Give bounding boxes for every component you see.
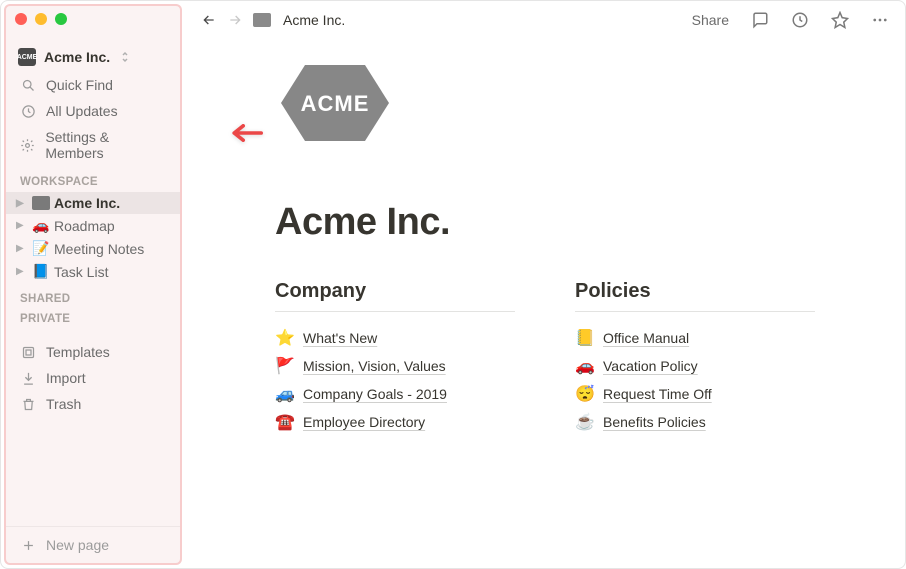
trash-icon — [20, 397, 36, 412]
settings-members-button[interactable]: Settings & Members — [6, 124, 180, 166]
link-text: Mission, Vision, Values — [303, 358, 446, 374]
clock-icon — [20, 104, 36, 119]
link-emoji-icon: ☕ — [575, 412, 595, 432]
section-shared-label: SHARED — [6, 283, 180, 309]
page-label: Acme Inc. — [54, 195, 120, 211]
main-panel: Acme Inc. Share ACME Acme — [185, 1, 905, 568]
column-company: Company ⭐ What's New 🚩 Mission, Vision, Va… — [275, 280, 515, 436]
page-emoji-icon: 📝 — [32, 240, 50, 257]
column-policies: Policies 📒 Office Manual 🚗 Vacation Policy… — [575, 280, 815, 436]
breadcrumb-page-icon — [253, 13, 271, 27]
quick-find-label: Quick Find — [46, 77, 113, 93]
all-updates-button[interactable]: All Updates — [6, 98, 180, 124]
page-label: Roadmap — [54, 218, 115, 234]
column-heading[interactable]: Company — [275, 280, 515, 312]
disclosure-triangle-icon[interactable]: ▶ — [16, 198, 28, 209]
section-workspace-label: WORKSPACE — [6, 166, 180, 192]
updates-button[interactable] — [791, 11, 809, 29]
page-badge-icon — [32, 196, 50, 210]
link-text: Employee Directory — [303, 414, 425, 430]
page-link[interactable]: ☎️ Employee Directory — [275, 408, 515, 436]
workspace-badge-icon: ACME — [18, 48, 36, 66]
all-updates-label: All Updates — [46, 103, 118, 119]
import-button[interactable]: Import — [6, 365, 180, 391]
sidebar-page-roadmap[interactable]: ▶ 🚗 Roadmap — [6, 214, 180, 237]
page-link[interactable]: 🚩 Mission, Vision, Values — [275, 352, 515, 380]
sidebar-page-meeting-notes[interactable]: ▶ 📝 Meeting Notes — [6, 237, 180, 260]
minimize-window-dot[interactable] — [35, 13, 47, 25]
import-label: Import — [46, 370, 86, 386]
workspace-name: Acme Inc. — [44, 49, 110, 65]
column-heading[interactable]: Policies — [575, 280, 815, 312]
link-text: What's New — [303, 330, 377, 346]
link-emoji-icon: 🚙 — [275, 384, 295, 404]
trash-label: Trash — [46, 396, 81, 412]
link-text: Vacation Policy — [603, 358, 698, 374]
comments-button[interactable] — [751, 11, 769, 29]
search-icon — [20, 78, 36, 93]
topbar: Acme Inc. Share — [185, 1, 905, 39]
page-emoji-icon: 🚗 — [32, 217, 50, 234]
link-emoji-icon: ☎️ — [275, 412, 295, 432]
settings-label: Settings & Members — [45, 129, 166, 161]
link-text: Request Time Off — [603, 386, 712, 402]
templates-button[interactable]: Templates — [6, 339, 180, 365]
page-label: Meeting Notes — [54, 241, 144, 257]
page-content: ACME Acme Inc. Company ⭐ What's New 🚩 Miss… — [185, 39, 905, 436]
window-traffic-lights — [15, 13, 67, 25]
page-link[interactable]: ☕ Benefits Policies — [575, 408, 815, 436]
templates-icon — [20, 345, 36, 360]
chevron-updown-icon — [120, 51, 130, 63]
new-page-label: New page — [46, 537, 109, 553]
link-emoji-icon: 🚩 — [275, 356, 295, 376]
page-link[interactable]: 🚗 Vacation Policy — [575, 352, 815, 380]
workspace-switcher[interactable]: ACME Acme Inc. — [6, 42, 180, 72]
link-emoji-icon: 📒 — [575, 328, 595, 348]
templates-label: Templates — [46, 344, 110, 360]
plus-icon — [20, 538, 36, 553]
page-label: Task List — [54, 264, 108, 280]
section-private-label: PRIVATE — [6, 309, 180, 329]
breadcrumb[interactable]: Acme Inc. — [283, 12, 345, 28]
import-icon — [20, 371, 36, 386]
zoom-window-dot[interactable] — [55, 13, 67, 25]
page-link[interactable]: 📒 Office Manual — [575, 324, 815, 352]
link-text: Company Goals - 2019 — [303, 386, 447, 402]
sidebar-page-task-list[interactable]: ▶ 📘 Task List — [6, 260, 180, 283]
disclosure-triangle-icon[interactable]: ▶ — [16, 243, 28, 254]
nav-back-button[interactable] — [201, 12, 217, 28]
disclosure-triangle-icon[interactable]: ▶ — [16, 266, 28, 277]
page-link[interactable]: ⭐ What's New — [275, 324, 515, 352]
disclosure-triangle-icon[interactable]: ▶ — [16, 220, 28, 231]
gear-icon — [20, 138, 35, 153]
share-button[interactable]: Share — [692, 12, 729, 28]
new-page-button[interactable]: New page — [6, 526, 180, 563]
link-text: Office Manual — [603, 330, 689, 346]
nav-forward-button[interactable] — [227, 12, 243, 28]
page-link[interactable]: 🚙 Company Goals - 2019 — [275, 380, 515, 408]
trash-button[interactable]: Trash — [6, 391, 180, 417]
svg-text:ACME: ACME — [301, 91, 370, 116]
link-emoji-icon: 😴 — [575, 384, 595, 404]
more-button[interactable] — [871, 11, 889, 29]
page-link[interactable]: 😴 Request Time Off — [575, 380, 815, 408]
link-emoji-icon: 🚗 — [575, 356, 595, 376]
quick-find-button[interactable]: Quick Find — [6, 72, 180, 98]
link-emoji-icon: ⭐ — [275, 328, 295, 348]
page-cover-logo: ACME — [275, 59, 815, 147]
page-emoji-icon: 📘 — [32, 263, 50, 280]
page-title[interactable]: Acme Inc. — [275, 201, 815, 244]
favorite-button[interactable] — [831, 11, 849, 29]
annotation-arrow-icon — [227, 121, 263, 145]
sidebar: ACME Acme Inc. Quick Find All Updates Se… — [4, 4, 182, 565]
link-text: Benefits Policies — [603, 414, 706, 430]
sidebar-page-acme[interactable]: ▶ Acme Inc. — [6, 192, 180, 214]
close-window-dot[interactable] — [15, 13, 27, 25]
